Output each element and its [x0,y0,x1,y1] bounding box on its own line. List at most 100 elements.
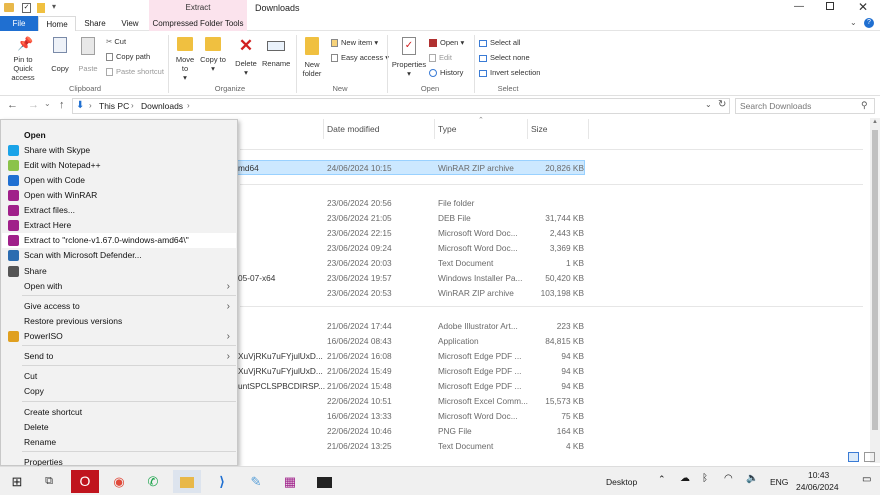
menu-item-open-with-code[interactable]: Open with Code [2,173,236,188]
edit-button[interactable]: Edit [429,53,452,63]
chrome-app-icon[interactable]: ◉ [105,470,133,493]
menu-item-create-shortcut[interactable]: Create shortcut [2,405,236,420]
paste-shortcut-button[interactable]: Paste shortcut [106,67,164,77]
windows-start-icon[interactable]: ⊞ [3,470,31,493]
menu-item-copy[interactable]: Copy [2,384,236,399]
refresh-icon[interactable]: ↻ [718,99,726,110]
menu-item-send-to[interactable]: Send to › [2,349,236,364]
search-box[interactable]: Search Downloads ⚲ [735,98,875,114]
address-dropdown-icon[interactable]: ⌄ [705,100,712,109]
copy-to-button[interactable]: Copy to ▾ [200,37,226,73]
invert-selection-button[interactable]: Invert selection [479,68,540,77]
tab-compressed-folder-tools[interactable]: Compressed Folder Tools [149,16,247,31]
opera-app-icon[interactable]: O [71,470,99,493]
copy-button[interactable]: Copy [48,37,72,73]
search-input[interactable]: Search Downloads [740,101,811,111]
clock-time[interactable]: 10:43 [808,470,829,480]
maximize-button[interactable] [826,2,834,10]
menu-item-open-with[interactable]: Open with › [2,279,236,294]
menu-item-give-access[interactable]: Give access to › [2,299,236,314]
new-folder-icon [305,37,319,55]
language-indicator[interactable]: ENG [770,477,788,487]
open-button[interactable]: Open ▾ [429,38,464,48]
tab-home[interactable]: Home [38,16,76,31]
new-item-button[interactable]: New item ▾ [331,38,378,48]
vertical-scrollbar[interactable]: ▲ [870,118,880,463]
copy-path-button[interactable]: Copy path [106,52,150,62]
menu-item-cut[interactable]: Cut [2,369,236,384]
tray-chevron-icon[interactable]: ⌃ [658,474,666,485]
desktop-label[interactable]: Desktop [606,477,637,487]
recent-locations-icon[interactable]: ⌄ [44,99,51,108]
paste-button[interactable]: Paste [76,37,100,73]
wifi-icon[interactable]: ◠ [724,473,733,484]
menu-item-scan-defender[interactable]: Scan with Microsoft Defender... [2,248,236,263]
menu-item-label: Edit with Notepad++ [24,160,101,170]
properties-quick-icon[interactable]: ✓ [22,3,31,13]
select-none-button[interactable]: Select none [479,53,530,62]
terminal-icon [316,477,332,489]
menu-item-extract-to[interactable]: Extract to "rclone-v1.67.0-windows-amd64… [2,233,236,248]
move-to-button[interactable]: Move to ▾ [172,37,198,82]
properties-button[interactable]: ✓ Properties ▾ [390,37,428,78]
scroll-up-icon[interactable]: ▲ [872,119,878,125]
forward-arrow-icon[interactable]: → [28,99,39,111]
menu-item-poweriso[interactable]: PowerISO › [2,329,236,344]
terminal-app-icon[interactable] [310,470,338,493]
copy-icon [53,37,67,53]
task-view-icon[interactable]: ⧉ [35,470,63,493]
volume-icon[interactable]: 🔈 [746,473,758,484]
clock-date[interactable]: 24/06/2024 [796,482,839,492]
large-icons-view-icon[interactable] [864,452,875,462]
breadcrumb-this-pc[interactable]: This PC [99,101,129,111]
details-view-icon[interactable] [848,452,859,462]
winrar-app-icon[interactable]: ▦ [276,470,304,493]
tab-view[interactable]: View [113,16,147,31]
file-date: 21/06/2024 13:25 [327,441,392,451]
onedrive-icon[interactable]: ☁ [680,473,690,484]
menu-item-restore-versions[interactable]: Restore previous versions [2,314,236,329]
delete-button[interactable]: ✕ Delete ▾ [232,37,260,78]
menu-item-extract-files[interactable]: Extract files... [2,203,236,218]
rename-button[interactable]: Rename [262,37,290,68]
menu-item-open[interactable]: Open [2,128,236,143]
address-field[interactable]: ⬇ › This PC › Downloads › ⌄ ↻ [72,98,730,114]
tab-file[interactable]: File [0,16,38,31]
file-size: 94 KB [561,351,584,361]
bluetooth-icon[interactable]: ᛒ [702,473,708,484]
whatsapp-app-icon[interactable]: ✆ [139,470,167,493]
file-explorer-app-icon[interactable] [173,470,201,493]
notepad-app-icon[interactable]: ✎ [242,470,270,493]
menu-item-extract-here[interactable]: Extract Here [2,218,236,233]
menu-item-label: Cut [24,371,38,381]
scroll-thumb[interactable] [872,130,878,430]
select-all-button[interactable]: Select all [479,38,520,47]
menu-item-open-with-winrar[interactable]: Open with WinRAR [2,188,236,203]
qat-dropdown-icon[interactable]: ▾ [52,2,56,11]
help-icon[interactable]: ? [864,18,874,28]
history-button[interactable]: History [429,68,463,78]
vscode-app-icon[interactable]: ⟩ [208,470,236,493]
menu-item-delete[interactable]: Delete [2,420,236,435]
cut-button[interactable]: ✂ Cut [106,37,126,46]
up-arrow-icon[interactable]: ↑ [59,99,65,111]
notifications-icon[interactable]: ▭ [862,474,871,485]
new-folder-quick-icon[interactable] [37,3,45,13]
easy-access-button[interactable]: Easy access ▾ [331,53,389,63]
new-group-label: New [332,84,348,93]
paste-shortcut-label: Paste shortcut [116,67,164,76]
back-arrow-icon[interactable]: ← [7,99,18,111]
close-button[interactable]: ✕ [858,0,868,14]
menu-item-label: Extract to "rclone-v1.67.0-windows-amd64… [24,235,189,245]
menu-item-edit-notepadpp[interactable]: Edit with Notepad++ [2,158,236,173]
breadcrumb-downloads[interactable]: Downloads [141,101,183,111]
chevron-down-icon[interactable]: ⌄ [850,18,857,27]
menu-item-share-skype[interactable]: Share with Skype [2,143,236,158]
tab-share[interactable]: Share [78,16,112,31]
pin-quick-access-button[interactable]: 📌 Pin to Quick access [3,37,43,83]
minimize-button[interactable]: — [794,1,804,12]
menu-item-rename[interactable]: Rename [2,435,236,450]
menu-item-share[interactable]: Share [2,264,236,279]
new-folder-button[interactable]: New folder [300,37,324,78]
menu-item-label: Share [24,266,47,276]
